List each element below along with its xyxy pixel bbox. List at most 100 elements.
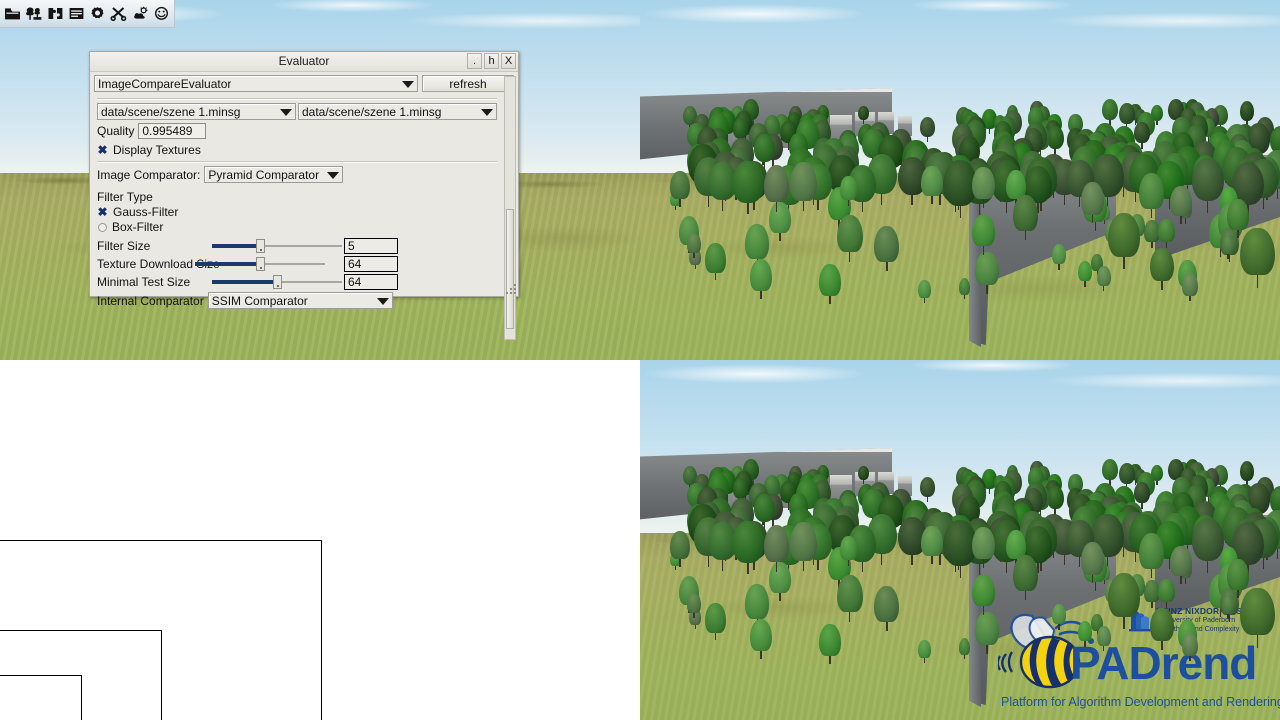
slider-knob[interactable]	[273, 275, 282, 289]
tree-icon[interactable]	[24, 3, 43, 25]
box-filter-radio[interactable]: Box-Filter	[98, 220, 497, 234]
tree-icon-glyph	[26, 7, 42, 20]
hide-button[interactable]: h	[484, 53, 499, 69]
scene-b-value: data/scene/szene 1.minsg	[302, 104, 442, 119]
tree-sapling	[971, 166, 995, 209]
tree-sapling	[874, 226, 900, 272]
chevron-down-icon	[376, 297, 389, 305]
filter-size-slider[interactable]	[212, 237, 342, 254]
tree-sapling	[972, 574, 995, 615]
internal-comparator-dropdown[interactable]: SSIM Comparator	[207, 292, 393, 309]
tree-sapling	[1051, 243, 1067, 270]
close-button[interactable]: X	[501, 53, 516, 69]
image-comparator-dropdown[interactable]: Pyramid Comparator	[204, 166, 344, 183]
folder-icon-glyph	[5, 8, 21, 20]
tree-sapling	[749, 619, 773, 660]
chevron-down-icon	[481, 108, 493, 116]
main-toolbar	[0, 0, 175, 28]
tree-sapling	[958, 277, 971, 300]
scene-a-dropdown[interactable]: data/scene/szene 1.minsg	[97, 103, 296, 120]
tree-sapling	[1081, 182, 1105, 224]
texture-download-size-value[interactable]: 64	[344, 255, 398, 272]
viewport-top-right[interactable]	[640, 0, 1280, 360]
text-window-icon[interactable]	[67, 3, 86, 25]
window-title: Evaluator	[278, 54, 330, 68]
tree-sapling	[1221, 595, 1235, 619]
slider-fill	[212, 244, 258, 248]
tree-sapling	[669, 170, 690, 207]
tree-sapling	[836, 215, 863, 263]
tree-sapling	[687, 233, 701, 258]
checkbox-checked-icon: ✖	[97, 143, 108, 157]
filter-type-label: Filter Type	[97, 190, 153, 204]
quality-value: 0.995489	[142, 124, 193, 138]
tree-sapling	[1144, 220, 1160, 248]
evaluator-window[interactable]: Evaluator . h X ImageCompareEvaluator re…	[89, 51, 519, 340]
puzzle-icon[interactable]	[46, 3, 65, 25]
minimize-button[interactable]: .	[467, 53, 482, 69]
tree	[920, 116, 935, 142]
window-scrollbar[interactable]	[504, 76, 516, 340]
weather-icon[interactable]	[131, 3, 150, 25]
puzzle-icon-glyph	[48, 8, 63, 19]
tree-sapling	[1013, 195, 1039, 241]
tree-sapling	[836, 575, 863, 623]
gauss-filter-radio[interactable]: ✖ Gauss-Filter	[97, 205, 497, 219]
window-resize-grip[interactable]	[506, 284, 516, 294]
quality-field[interactable]: 0.995489	[138, 123, 207, 139]
tree-sapling	[1096, 265, 1111, 292]
tree-sapling	[972, 214, 995, 255]
scrollbar-thumb[interactable]	[506, 209, 514, 329]
tree-foreground	[1108, 212, 1141, 269]
gear-icon-glyph	[91, 7, 104, 19]
tree-foreground	[1150, 248, 1174, 290]
scissors-icon[interactable]	[109, 3, 128, 25]
tree	[732, 520, 764, 574]
tree-sapling	[1221, 235, 1235, 259]
evaluator-selector-row: ImageCompareEvaluator refresh	[90, 72, 518, 94]
tree-sapling	[749, 259, 773, 300]
viewport-bottom-right[interactable]: PADrend Platform for Algorithm Developme…	[640, 360, 1280, 720]
tree-sapling	[921, 526, 943, 565]
gear-icon[interactable]	[88, 3, 107, 25]
viewport-bottom-left[interactable]	[0, 360, 640, 720]
tree	[1102, 98, 1118, 126]
tree	[1239, 461, 1255, 487]
tree-sapling	[669, 530, 690, 567]
texture-download-size-slider[interactable]	[195, 255, 325, 272]
tree-foreground	[1108, 572, 1141, 629]
scene-selector-row: data/scene/szene 1.minsg data/scene/szen…	[91, 103, 503, 120]
filter-size-value[interactable]: 5	[344, 237, 398, 254]
refresh-button[interactable]: refresh	[422, 75, 514, 92]
slider-fill	[212, 280, 275, 284]
internal-comparator-label: Internal Comparator	[97, 293, 204, 308]
tree-sapling	[1078, 621, 1093, 647]
text-window-icon-glyph	[69, 8, 84, 19]
display-textures-checkbox[interactable]: ✖ Display Textures	[91, 139, 503, 157]
slider-knob[interactable]	[256, 239, 265, 253]
smiley-icon[interactable]	[152, 3, 171, 25]
tree	[858, 466, 869, 485]
tree-sapling	[1182, 633, 1198, 662]
minimal-test-size-slider[interactable]	[212, 273, 342, 290]
tree-sapling	[789, 161, 818, 212]
scene-b-dropdown[interactable]: data/scene/szene 1.minsg	[298, 103, 497, 120]
filter-size-number: 5	[348, 238, 355, 253]
slider-knob[interactable]	[256, 257, 265, 271]
tree-sapling	[1144, 580, 1160, 608]
scene-a-value: data/scene/szene 1.minsg	[101, 104, 241, 119]
internal-comparator-row: Internal Comparator SSIM Comparator	[97, 292, 497, 309]
filter-size-row: Filter Size 5	[97, 237, 497, 254]
divider-top	[97, 98, 497, 100]
scissors-icon-glyph	[110, 7, 127, 21]
tree-sapling	[921, 166, 943, 205]
minimal-test-size-value[interactable]: 64	[344, 273, 398, 290]
tree-sapling	[1096, 625, 1111, 652]
tree-foreground	[1240, 587, 1275, 648]
chevron-down-icon	[402, 80, 414, 88]
tree-sapling	[1051, 603, 1067, 630]
tree-sapling	[1013, 555, 1039, 601]
folder-icon[interactable]	[3, 3, 22, 25]
evaluator-type-dropdown[interactable]: ImageCompareEvaluator	[94, 75, 418, 92]
window-titlebar[interactable]: Evaluator . h X	[90, 52, 518, 72]
